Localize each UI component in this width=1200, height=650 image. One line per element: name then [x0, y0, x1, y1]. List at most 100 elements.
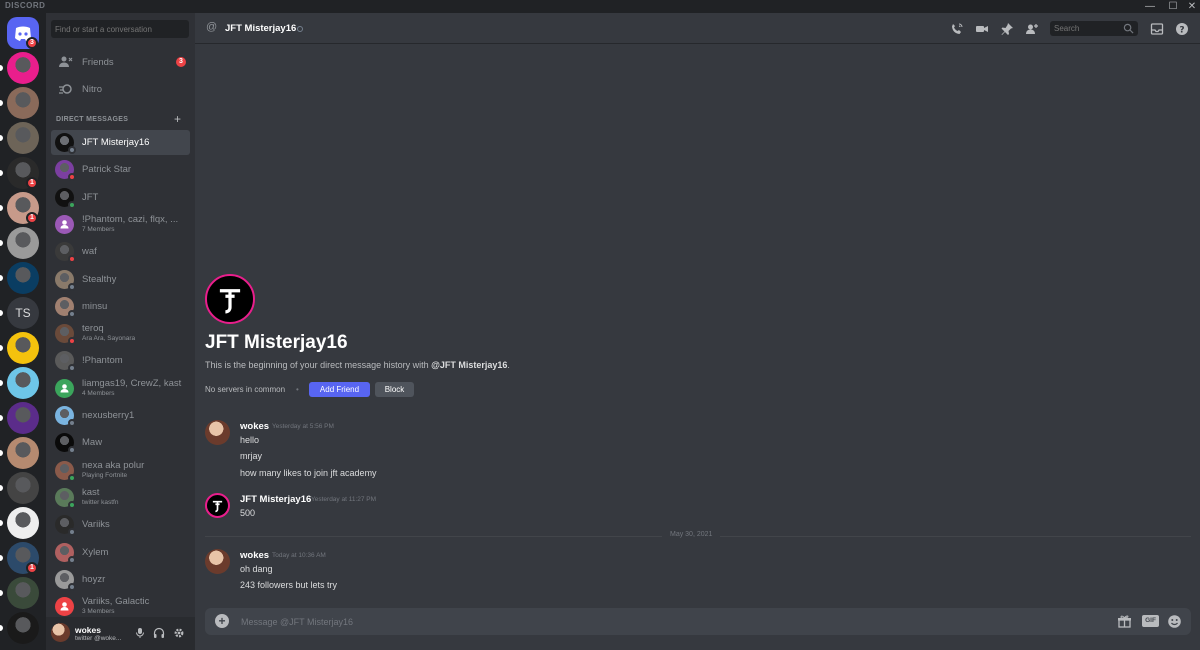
unread-indicator: [0, 415, 3, 421]
status-online-indicator: [68, 500, 76, 509]
close-window-button[interactable]: ✕: [1182, 0, 1200, 13]
create-dm-icon[interactable]: +: [174, 112, 181, 126]
server-icon[interactable]: [7, 332, 39, 364]
server-icon[interactable]: [7, 437, 39, 469]
server-icon[interactable]: [7, 367, 39, 399]
dm-item[interactable]: nexa aka polur Playing Fortnite: [51, 458, 190, 483]
unread-indicator: [0, 450, 3, 456]
maximize-button[interactable]: ☐: [1163, 0, 1183, 13]
server-icon[interactable]: [7, 507, 39, 539]
dm-item[interactable]: Xylem: [51, 540, 190, 565]
dm-name: kast: [82, 486, 100, 498]
dm-item[interactable]: minsu: [51, 294, 190, 319]
dm-item[interactable]: JFT Misterjay16: [51, 130, 190, 155]
dm-name: minsu: [82, 300, 108, 312]
status-online-indicator: [68, 200, 76, 209]
group-icon: [60, 602, 69, 611]
status-offline-indicator: [68, 582, 76, 591]
welcome-title: JFT Misterjay16: [205, 332, 348, 353]
unread-indicator: [0, 345, 3, 351]
minimize-button[interactable]: —: [1140, 0, 1160, 13]
conversation-search-input[interactable]: [51, 20, 189, 38]
message-avatar[interactable]: [205, 549, 230, 574]
dm-item[interactable]: waf: [51, 239, 190, 264]
dm-item[interactable]: teroq Ara Ara, Sayonara: [51, 321, 190, 346]
friends-icon: [59, 56, 73, 67]
microphone-icon[interactable]: [134, 627, 146, 639]
status-offline-indicator: [68, 528, 76, 537]
server-icon[interactable]: [7, 612, 39, 644]
upload-plus-icon[interactable]: +: [215, 614, 229, 628]
add-friends-to-dm-icon[interactable]: [1025, 22, 1039, 36]
dm-item[interactable]: !Phantom: [51, 348, 190, 373]
server-icon[interactable]: [7, 472, 39, 504]
server-icon[interactable]: [7, 227, 39, 259]
emoji-icon[interactable]: [1167, 614, 1182, 629]
server-icon[interactable]: [7, 87, 39, 119]
dm-item[interactable]: Variiks: [51, 512, 190, 537]
welcome-description: This is the beginning of your direct mes…: [205, 360, 510, 370]
dm-subtitle: Playing Fortnite: [82, 471, 128, 479]
dm-name: waf: [82, 246, 97, 258]
app-brand: DISCORD: [5, 1, 46, 10]
headphones-icon[interactable]: [153, 627, 165, 639]
dm-name: nexusberry1: [82, 410, 135, 421]
dm-item[interactable]: kast twitter kastfn: [51, 485, 190, 510]
help-icon[interactable]: ?: [1175, 22, 1189, 36]
unread-indicator: [0, 485, 3, 491]
dm-item[interactable]: JFT: [51, 185, 190, 210]
inbox-icon[interactable]: [1150, 22, 1164, 36]
dm-item[interactable]: liamgas19, CrewZ, kast 4 Members: [51, 376, 190, 401]
dm-item[interactable]: Variiks, Galactic 3 Members: [51, 594, 190, 619]
video-call-icon[interactable]: [975, 22, 989, 36]
dm-subtitle: 7 Members: [82, 225, 115, 233]
status-offline-indicator: [68, 419, 76, 427]
unread-indicator: [0, 65, 3, 71]
dm-name: nexa aka polur: [82, 459, 145, 471]
message-author[interactable]: JFT Misterjay16: [240, 494, 311, 505]
server-icon[interactable]: [7, 577, 39, 609]
gif-picker-button[interactable]: GIF: [1142, 615, 1159, 627]
dm-item[interactable]: nexusberry1: [51, 403, 190, 428]
dm-item[interactable]: Stealthy: [51, 267, 190, 292]
status-offline-indicator: [68, 282, 76, 291]
block-button[interactable]: Block: [375, 382, 414, 397]
server-icon[interactable]: [7, 52, 39, 84]
user-avatar[interactable]: [51, 623, 70, 642]
message-input[interactable]: [239, 613, 1059, 630]
status-offline-indicator: [68, 364, 76, 373]
settings-gear-icon[interactable]: [173, 627, 185, 639]
group-icon: [60, 383, 69, 393]
dm-name: JFT: [82, 191, 99, 203]
dm-item[interactable]: Maw: [51, 430, 190, 455]
dm-name: Variiks: [82, 519, 110, 531]
status-offline-indicator: [68, 146, 76, 154]
svg-text:?: ?: [1179, 26, 1184, 36]
server-icon[interactable]: [7, 122, 39, 154]
group-dm-avatar: [55, 214, 74, 234]
dm-item[interactable]: hoyzr: [51, 567, 190, 592]
add-friend-button[interactable]: Add Friend: [309, 382, 370, 397]
server-icon[interactable]: [7, 402, 39, 434]
at-icon: @: [206, 21, 218, 33]
jft-logo-icon: [219, 289, 241, 314]
dm-item[interactable]: !Phantom, cazi, flqx, ... 7 Members: [51, 212, 190, 237]
server-icon[interactable]: TS: [7, 297, 39, 329]
pinned-messages-icon[interactable]: [1000, 22, 1014, 36]
message-avatar[interactable]: [205, 420, 230, 445]
unread-indicator: [0, 555, 3, 561]
message-avatar[interactable]: [205, 493, 230, 518]
unread-indicator: [0, 205, 3, 211]
voice-call-icon[interactable]: [950, 22, 964, 36]
dm-subtitle: 3 Members: [82, 608, 115, 616]
message-text: 500: [240, 508, 256, 518]
friends-nav-item[interactable]: Friends 3: [52, 50, 190, 74]
server-icon[interactable]: [7, 262, 39, 294]
message-author[interactable]: wokes: [240, 421, 269, 432]
nitro-icon: [59, 84, 72, 94]
dm-item[interactable]: Patrick Star: [51, 157, 190, 182]
nitro-nav-item[interactable]: Nitro: [52, 77, 190, 101]
unread-indicator: [0, 135, 3, 141]
gift-icon[interactable]: [1117, 614, 1132, 629]
message-author[interactable]: wokes: [240, 550, 269, 561]
